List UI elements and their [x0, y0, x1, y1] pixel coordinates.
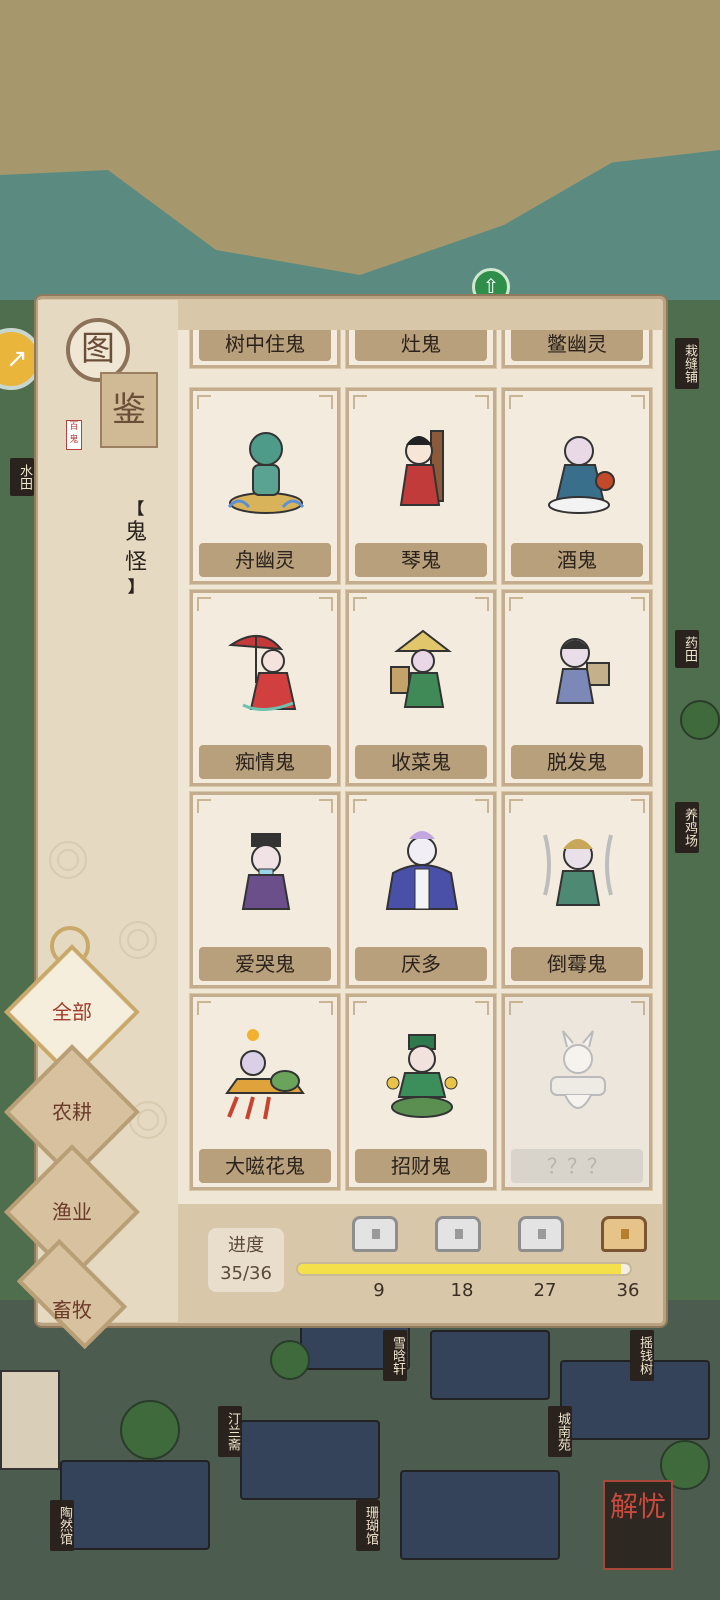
zither-ghost-portrait: [399, 430, 444, 506]
bracket-open: 【: [127, 499, 144, 518]
hairloss-ghost-portrait: [555, 638, 610, 704]
ghost-card[interactable]: 树中住鬼: [189, 330, 341, 369]
progress-fill: [298, 1264, 621, 1274]
building-roof: [400, 1470, 560, 1560]
milestone-label: 36: [616, 1280, 640, 1301]
tab-all-label[interactable]: 全部: [28, 992, 116, 1032]
map-label-coral-hall[interactable]: 珊瑚馆: [356, 1500, 380, 1551]
tree: [270, 1340, 310, 1380]
boat-ghost-portrait: [227, 432, 305, 514]
building-roof: [430, 1330, 550, 1400]
drunk-ghost-portrait: [548, 436, 615, 514]
building-roof: [240, 1420, 380, 1500]
ghost-card[interactable]: 琴鬼: [345, 387, 497, 585]
chest-icon[interactable]: [518, 1216, 564, 1252]
chest-icon[interactable]: [352, 1216, 398, 1252]
tab-livestock-label[interactable]: 畜牧: [28, 1290, 116, 1330]
ghost-name: 灶鬼: [355, 330, 487, 361]
building-wall: [0, 1370, 60, 1470]
ghost-name: 倒霉鬼: [511, 947, 643, 981]
gold-chest-icon[interactable]: [601, 1216, 647, 1252]
map-label-xuehan-pavilion[interactable]: 雪晗轩: [383, 1330, 407, 1381]
progress-label-box: 进度 35/36: [208, 1228, 284, 1292]
category-name: 鬼怪: [124, 520, 147, 575]
ghost-name: 收菜鬼: [355, 745, 487, 779]
ghost-card[interactable]: 鳖幽灵: [501, 330, 653, 369]
firecracker-ghost-portrait: [225, 1029, 305, 1120]
ghost-card-locked[interactable]: ？？？: [501, 993, 653, 1191]
building-roof: [60, 1460, 210, 1550]
ghost-name: 鳖幽灵: [511, 330, 643, 361]
map-label-chengnan-garden[interactable]: 城南苑: [548, 1406, 572, 1457]
ghost-grid[interactable]: 树中住鬼 灶鬼 鳖幽灵 舟幽灵 琴鬼 酒鬼 痴情鬼 收菜鬼 脱发鬼 爱哭鬼 厌多…: [178, 330, 662, 1204]
ghost-card[interactable]: 爱哭鬼: [189, 791, 341, 989]
ghost-name: 脱发鬼: [511, 745, 643, 779]
ghost-name: 厌多: [355, 947, 487, 981]
ghost-card[interactable]: 痴情鬼: [189, 589, 341, 787]
ghost-card[interactable]: 舟幽灵: [189, 387, 341, 585]
map-label-herb-field[interactable]: 药田: [675, 630, 699, 668]
ghost-card[interactable]: 灶鬼: [345, 330, 497, 369]
ghost-name: 舟幽灵: [199, 543, 331, 577]
ghost-card[interactable]: 招财鬼: [345, 993, 497, 1191]
unlucky-ghost-portrait: [543, 834, 613, 906]
tab-fishing-label[interactable]: 渔业: [28, 1192, 116, 1232]
ghost-name: 招财鬼: [355, 1149, 487, 1183]
progress-bar: [296, 1262, 632, 1276]
crybaby-ghost-portrait: [241, 833, 291, 910]
milestone-label: 9: [373, 1280, 385, 1301]
ghost-card[interactable]: 厌多: [345, 791, 497, 989]
map-label-paddy-field[interactable]: 水田: [10, 458, 34, 496]
milestone-label: 27: [533, 1280, 557, 1301]
ghost-name: 爱哭鬼: [199, 947, 331, 981]
ghost-name: 大嗞花鬼: [199, 1149, 331, 1183]
lovesick-ghost-portrait: [228, 635, 297, 711]
tree: [120, 1400, 180, 1460]
tree: [680, 700, 720, 740]
ghost-card[interactable]: 倒霉鬼: [501, 791, 653, 989]
ghost-name: 痴情鬼: [199, 745, 331, 779]
bracket-close: 】: [127, 577, 144, 596]
ghost-card[interactable]: 脱发鬼: [501, 589, 653, 787]
chest-icon[interactable]: [435, 1216, 481, 1252]
category-title: 【 鬼怪 】: [122, 500, 150, 596]
map-label-sewing-shop[interactable]: 栽缝铺: [675, 338, 699, 389]
yanduo-ghost-portrait: [385, 831, 459, 910]
ghost-name: 树中住鬼: [199, 330, 331, 361]
unknown-ghost-silhouette: [550, 1030, 606, 1109]
fortune-ghost-portrait: [386, 1034, 458, 1118]
vegetable-ghost-portrait: [390, 629, 452, 708]
progress-count: 35/36: [220, 1263, 272, 1284]
ghost-name: 酒鬼: [511, 543, 643, 577]
milestone-label: 18: [450, 1280, 474, 1301]
ghost-card[interactable]: 收菜鬼: [345, 589, 497, 787]
codex-logo-bottom: 鉴: [100, 372, 158, 448]
tab-farming-label[interactable]: 农耕: [28, 1092, 116, 1132]
solve-button[interactable]: 解忧: [603, 1480, 673, 1570]
ghost-name: 琴鬼: [355, 543, 487, 577]
map-label-chicken-farm[interactable]: 养鸡场: [675, 802, 699, 853]
ghost-name-locked: ？？？: [511, 1149, 643, 1183]
ghost-card[interactable]: 酒鬼: [501, 387, 653, 585]
ghost-card[interactable]: 大嗞花鬼: [189, 993, 341, 1191]
progress-label: 进度: [228, 1235, 264, 1256]
map-label-taoran-hall[interactable]: 陶然馆: [50, 1500, 74, 1551]
codex-seal: 百鬼: [66, 420, 82, 450]
map-label-money-tree[interactable]: 摇钱树: [630, 1330, 654, 1381]
map-label-tinglan-studio[interactable]: 汀兰斋: [218, 1406, 242, 1457]
